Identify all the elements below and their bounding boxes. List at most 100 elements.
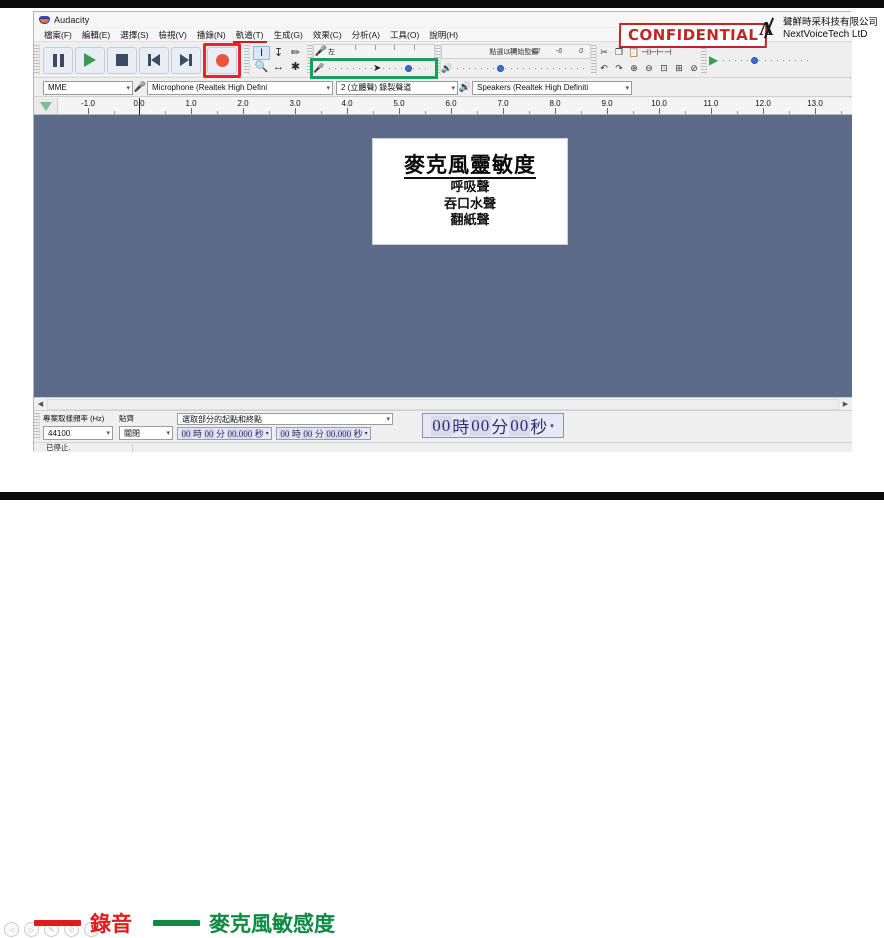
chevron-down-icon: ▾	[622, 84, 629, 92]
pin-play-head-icon	[40, 102, 52, 111]
scrollbar-thumb[interactable]	[47, 399, 839, 410]
start-minutes-unit: 分	[215, 427, 226, 440]
menu-item-help[interactable]: 說明(H)	[424, 28, 463, 42]
play-speed-slider[interactable]	[721, 53, 813, 68]
zoom-tool-button[interactable]: 🔍	[253, 60, 270, 74]
position-hours-unit: 時	[452, 413, 470, 438]
spinner-icon[interactable]: ▾	[266, 430, 269, 437]
audio-host-value: MME	[48, 83, 67, 92]
cut-button[interactable]: ✂	[597, 45, 611, 59]
menu-item-view[interactable]: 檢視(V)	[154, 28, 192, 42]
status-extra	[133, 443, 852, 453]
pause-button[interactable]	[43, 47, 73, 74]
ruler-label-9.0: 9.0	[601, 99, 612, 108]
skip-to-start-icon	[148, 54, 160, 66]
chevron-down-icon: ▾	[448, 84, 455, 92]
fit-project-button[interactable]: ⊞	[672, 61, 686, 75]
recording-device-combo[interactable]: Microphone (Realtek High Defini ▾	[147, 81, 333, 95]
meter-tick--12: -12	[530, 48, 540, 55]
horizontal-scrollbar[interactable]: ◀ ▶	[34, 397, 852, 410]
menu-item-generate[interactable]: 生成(G)	[269, 28, 308, 42]
scrollbar-track[interactable]	[47, 399, 839, 410]
toolbar-band: I ↧ ✏ 🔍 ↔ ✱ 🎤 左 🎤	[34, 43, 852, 78]
play-button[interactable]	[75, 47, 105, 74]
sensitivity-legend-dash	[153, 920, 200, 926]
selection-mode-combo[interactable]: 選取部分的起點和終點 ▾	[177, 413, 393, 425]
skip-to-end-button[interactable]	[171, 47, 201, 74]
audio-host-combo[interactable]: MME ▾	[43, 81, 133, 95]
envelope-icon: ↧	[274, 48, 283, 59]
recording-volume-slider[interactable]: 🎤 ➤	[313, 61, 435, 76]
recording-volume-knob[interactable]	[405, 65, 412, 72]
scroll-left-arrow-icon[interactable]: ◀	[34, 398, 47, 410]
record-icon	[216, 54, 229, 67]
presentation-slide: 麥克風靈敏度 呼吸聲 吞口水聲 翻紙聲	[372, 138, 568, 245]
menu-item-effect[interactable]: 效果(C)	[308, 28, 347, 42]
tools-toolbar: I ↧ ✏ 🔍 ↔ ✱	[253, 46, 304, 74]
recording-channels-combo[interactable]: 2 (立體聲) 錄製聲道 ▾	[336, 81, 458, 95]
spinner-icon[interactable]: ▾	[365, 430, 368, 437]
playback-meter[interactable]: 點選以開始監聽 -18 -12 -6 0	[441, 44, 591, 59]
previous-button[interactable]: ◁	[4, 922, 19, 937]
zoom-toggle-button[interactable]: ⊘	[687, 61, 701, 75]
menu-item-select[interactable]: 選擇(S)	[115, 28, 153, 42]
fit-selection-button[interactable]: ⊡	[657, 61, 671, 75]
zoom-in-button[interactable]: ⊕	[627, 61, 641, 75]
playback-device-combo[interactable]: Speakers (Realtek High Definiti ▾	[472, 81, 632, 95]
snap-to-group: 貼齊 關閉 ▾	[116, 411, 174, 442]
microphone-icon: 🎤	[133, 82, 147, 93]
project-rate-label: 專案取樣頻率 (Hz)	[43, 413, 113, 424]
multi-tool-button[interactable]: ✱	[287, 60, 304, 74]
meter-tick-0: 0	[579, 48, 583, 55]
menu-item-tools[interactable]: 工具(O)	[385, 28, 424, 42]
end-hours: 00	[279, 429, 290, 439]
snap-to-label: 貼齊	[119, 413, 171, 424]
zoom-out-button[interactable]: ⊖	[642, 61, 656, 75]
playback-volume-knob[interactable]	[497, 65, 504, 72]
stop-button[interactable]	[107, 47, 137, 74]
skip-to-start-button[interactable]	[139, 47, 169, 74]
window-title: Audacity	[54, 15, 89, 25]
scroll-right-arrow-icon[interactable]: ▶	[839, 398, 852, 410]
timeline-ruler[interactable]: -1.0 0.0 1.0 2.0 3.0 4.0 5.0 6.0 7.0 8.0…	[58, 98, 852, 115]
speaker-icon: 🔊	[458, 82, 472, 93]
selection-mode-value: 選取部分的起點和終點	[182, 414, 262, 425]
microphone-icon: 🎤	[313, 63, 324, 74]
selection-end-time[interactable]: 00 時 00 分 00.000 秒 ▾	[276, 427, 371, 440]
selection-start-time[interactable]: 00 時 00 分 00.000 秒 ▾	[177, 427, 272, 440]
audio-position-display[interactable]: 00 時 00 分 00 秒 ▾	[422, 413, 564, 438]
record-button[interactable]	[207, 47, 237, 74]
menu-item-transport[interactable]: 播錄(N)	[192, 28, 231, 42]
play-at-speed-button[interactable]: ▶	[709, 53, 718, 67]
status-message: 已停止.	[42, 443, 132, 453]
menu-item-edit[interactable]: 編輯(E)	[77, 28, 115, 42]
ruler-label-4.0: 4.0	[341, 99, 352, 108]
snap-to-combo[interactable]: 關閉 ▾	[119, 426, 173, 440]
menu-item-analyze[interactable]: 分析(A)	[347, 28, 385, 42]
playback-volume-slider[interactable]: 🔊	[441, 61, 591, 76]
track-canvas-area[interactable]: 麥克風靈敏度 呼吸聲 吞口水聲 翻紙聲	[34, 115, 852, 397]
play-speed-knob[interactable]	[751, 57, 758, 64]
ruler-label-1.0: 1.0	[185, 99, 196, 108]
spinner-icon[interactable]: ▾	[550, 422, 555, 430]
menu-item-file[interactable]: 檔案(F)	[39, 28, 77, 42]
ruler-label-12.0: 12.0	[755, 99, 771, 108]
timeline-ruler-bar: -1.0 0.0 1.0 2.0 3.0 4.0 5.0 6.0 7.0 8.0…	[34, 98, 852, 115]
time-shift-tool-button[interactable]: ↔	[270, 60, 287, 74]
speaker-icon: 🔊	[441, 63, 452, 74]
ruler-label-11.0: 11.0	[704, 99, 719, 108]
recording-meter[interactable]: 🎤 左	[313, 44, 435, 59]
draw-tool-button[interactable]: ✏	[287, 46, 304, 60]
tools-toolbar-grip[interactable]	[244, 45, 250, 75]
ruler-label-6.0: 6.0	[445, 99, 456, 108]
envelope-tool-button[interactable]: ↧	[270, 46, 287, 60]
menu-item-tracks[interactable]: 軌道(T)	[231, 28, 269, 42]
project-rate-combo[interactable]: 44100 ▾	[43, 426, 113, 440]
redo-button[interactable]: ↷	[612, 61, 626, 75]
pin-play-head-button[interactable]	[34, 98, 58, 114]
record-button-highlight	[203, 43, 241, 78]
undo-button[interactable]: ↶	[597, 61, 611, 75]
ruler-label-3.0: 3.0	[289, 99, 300, 108]
ruler-label-5.0: 5.0	[393, 99, 404, 108]
selection-tool-button[interactable]: I	[253, 46, 270, 60]
